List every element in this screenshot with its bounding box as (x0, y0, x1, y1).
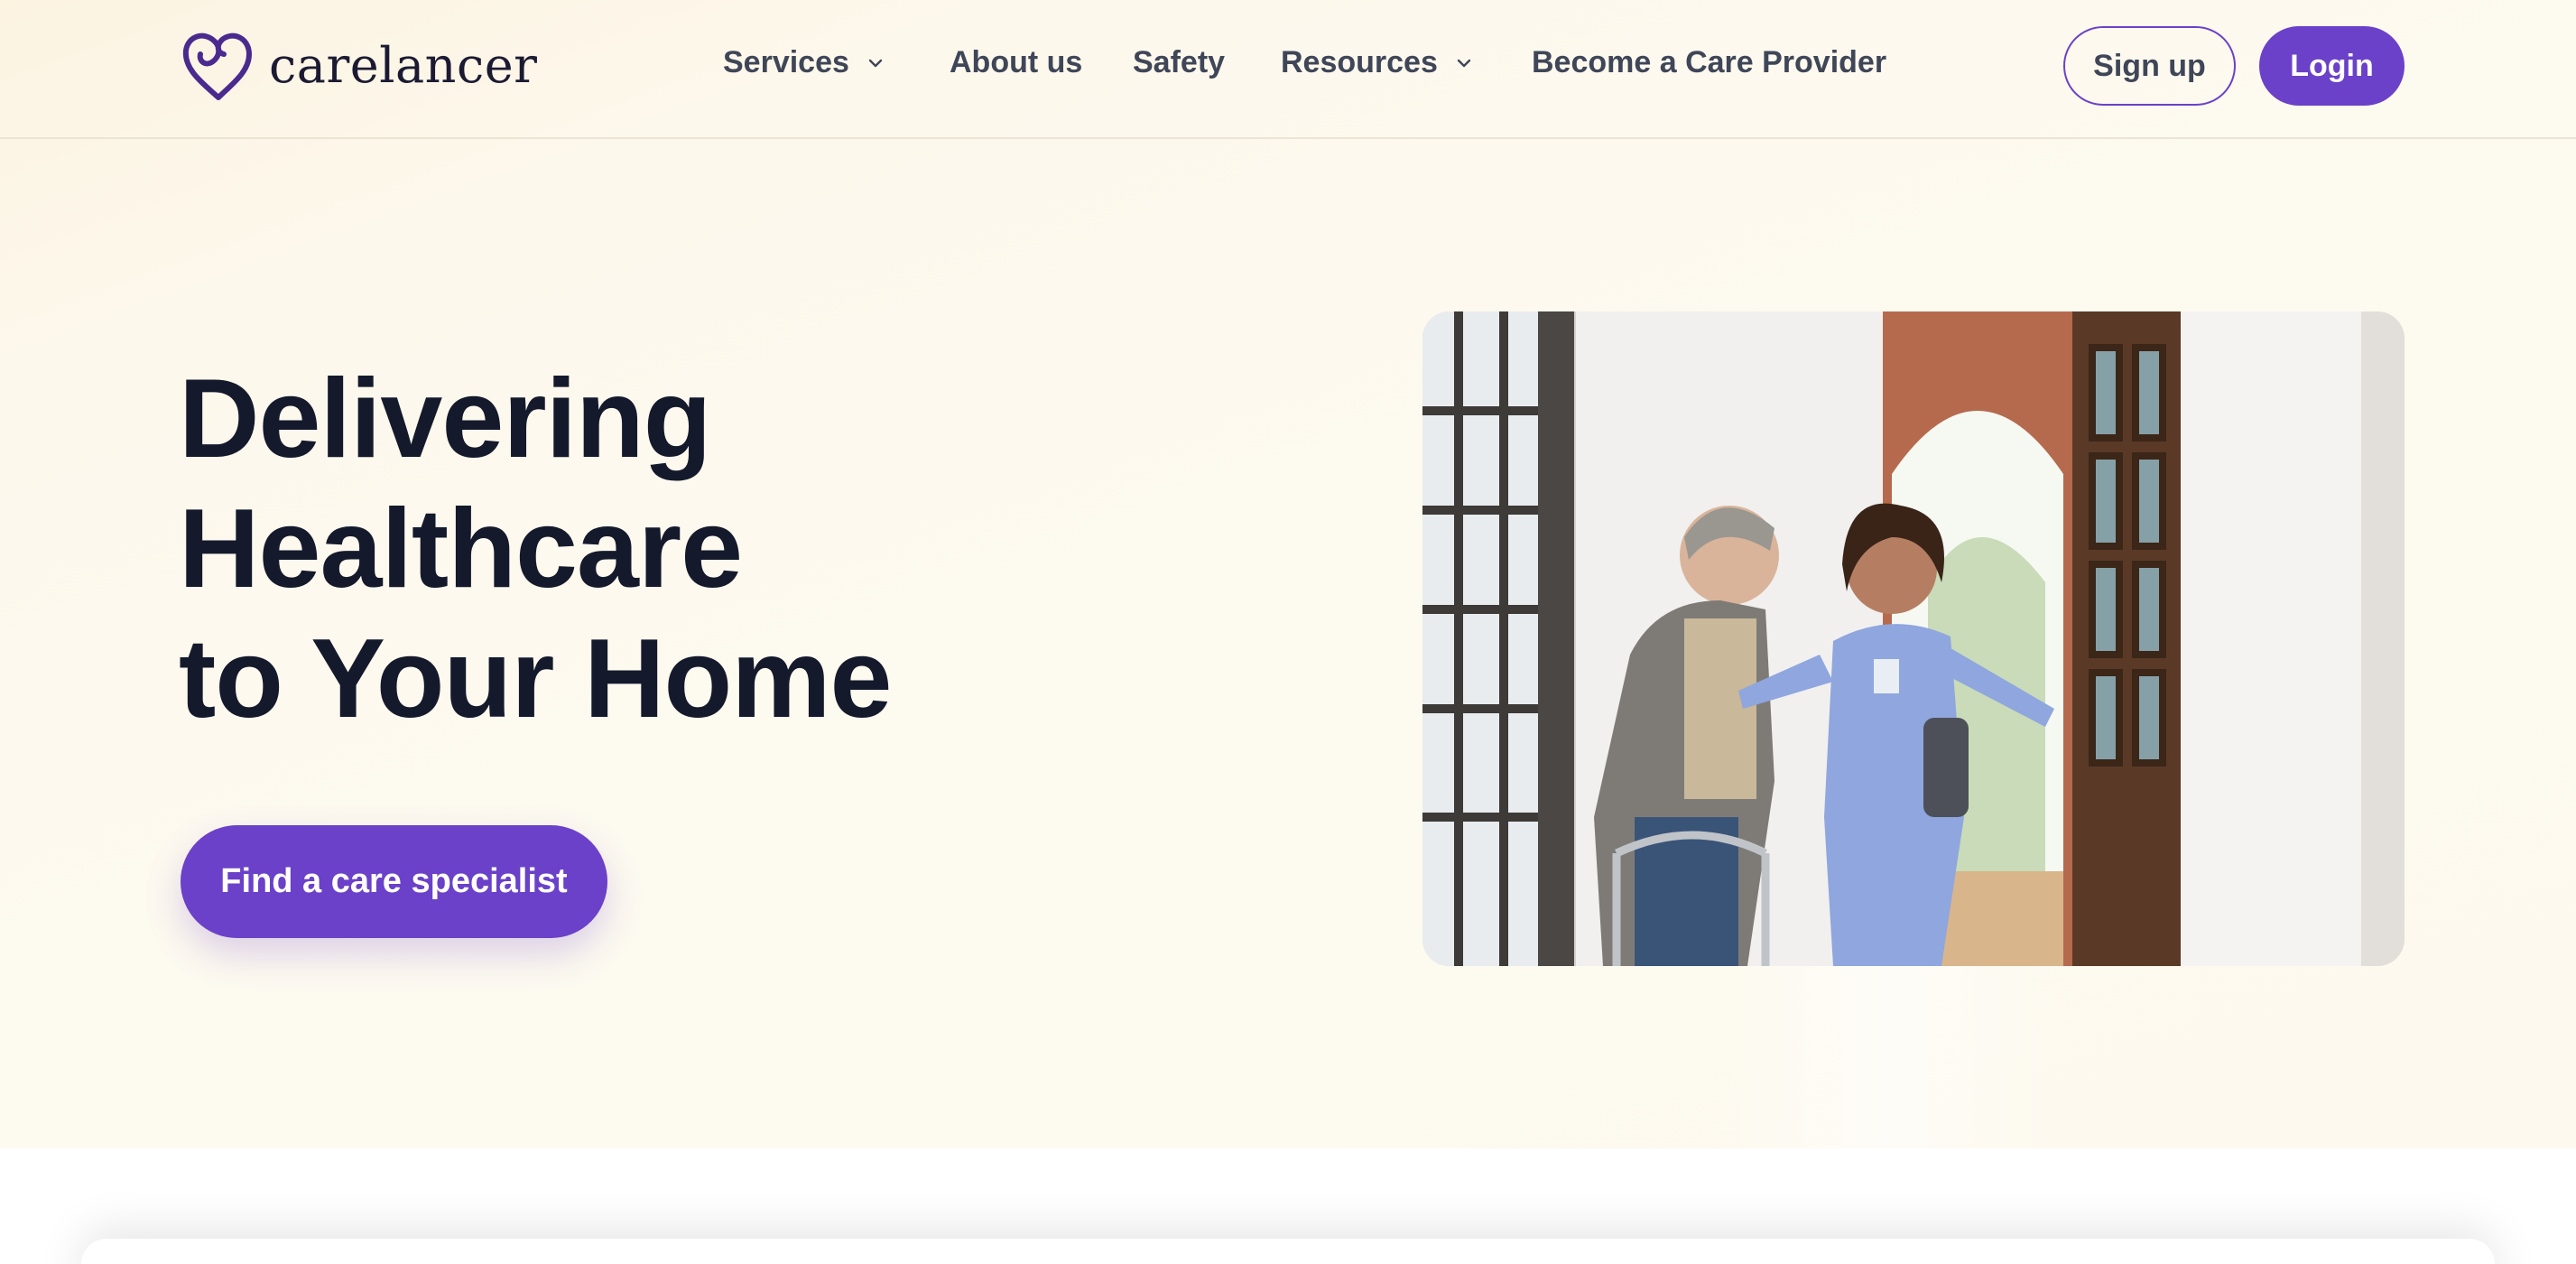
signup-button[interactable]: Sign up (2063, 26, 2236, 106)
hero-title-line: Delivering (179, 357, 712, 481)
nav-item-become-provider[interactable]: Become a Care Provider (1532, 45, 1886, 80)
login-button[interactable]: Login (2259, 26, 2405, 106)
nav-item-safety[interactable]: Safety (1133, 45, 1225, 80)
site-header: carelancer Services About us Safety Reso… (0, 0, 2576, 139)
nav-item-services[interactable]: Services (723, 45, 885, 80)
caregiver-greeting-photo (1422, 311, 2405, 966)
hero-title-line: Healthcare (179, 487, 743, 611)
hero-title: Delivering Healthcare to Your Home (179, 354, 991, 744)
heart-logo-icon (182, 33, 252, 100)
chevron-down-icon (868, 59, 883, 67)
nav-item-resources[interactable]: Resources (1281, 45, 1474, 80)
nav-item-label: About us (950, 45, 1083, 79)
nav-item-label: Become a Care Provider (1532, 45, 1887, 79)
nav-item-label: Safety (1133, 45, 1226, 79)
hero-title-line: to Your Home (179, 617, 892, 741)
nav-item-label: Resources (1281, 45, 1438, 79)
nav-item-label: Services (723, 45, 849, 79)
find-care-specialist-button[interactable]: Find a care specialist (181, 825, 607, 938)
brand-logo[interactable]: carelancer (181, 27, 537, 103)
hero-glow (1715, 957, 2058, 1148)
next-section-card (81, 1239, 2495, 1264)
hero-image (1422, 311, 2405, 966)
chevron-down-icon (1457, 59, 1471, 67)
brand-name: carelancer (269, 36, 538, 94)
nav-item-about-us[interactable]: About us (950, 45, 1082, 80)
